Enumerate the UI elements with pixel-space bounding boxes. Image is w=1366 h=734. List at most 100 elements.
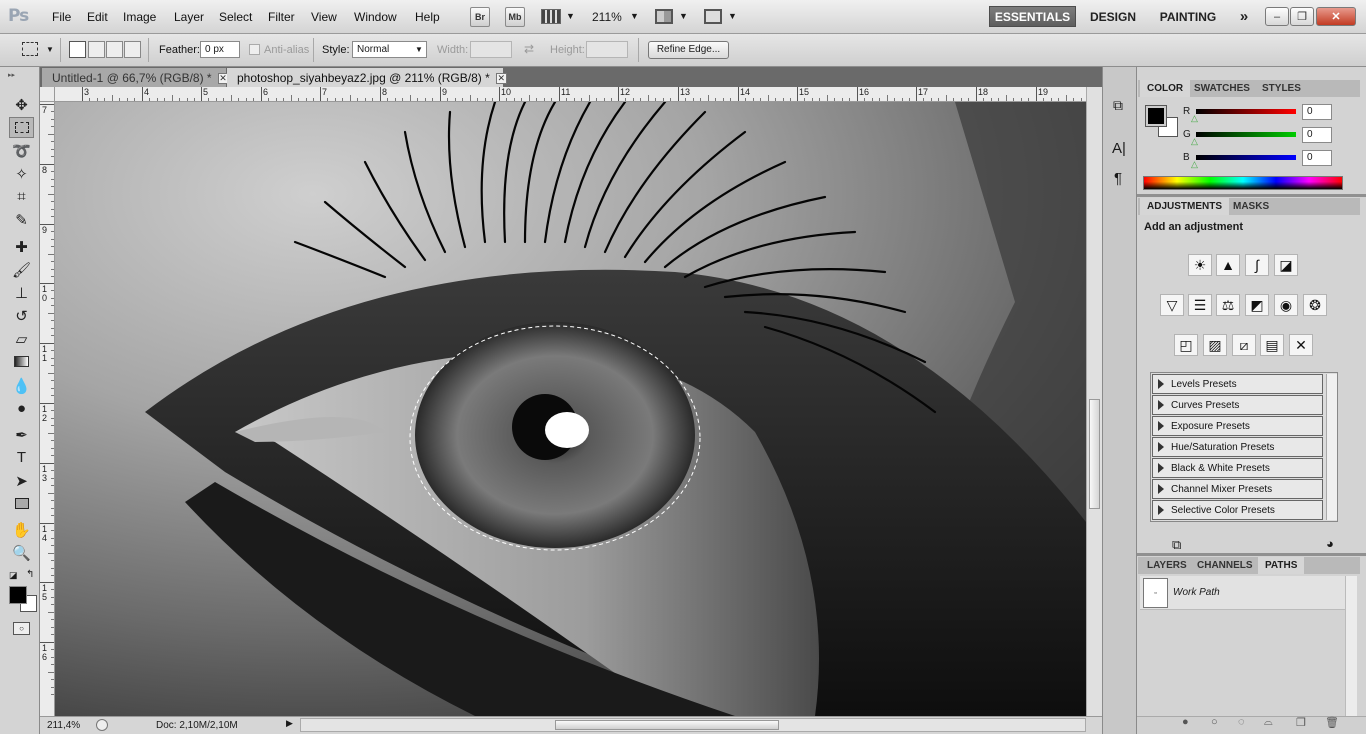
rectangle-tool-icon[interactable]: [9, 493, 34, 514]
list-item[interactable]: Black & White Presets: [1152, 458, 1323, 478]
posterize-icon[interactable]: ▨: [1203, 334, 1227, 356]
feather-input[interactable]: 0 px: [200, 41, 240, 58]
subtract-from-selection-icon[interactable]: [106, 41, 123, 58]
close-icon[interactable]: ✕: [495, 73, 507, 85]
history-brush-tool-icon[interactable]: ↺: [9, 305, 34, 326]
brightness-contrast-icon[interactable]: ☀: [1188, 254, 1212, 276]
list-item[interactable]: Curves Presets: [1152, 395, 1323, 415]
workspace-essentials[interactable]: ESSENTIALS: [989, 6, 1076, 27]
pen-tool-icon[interactable]: ✒: [9, 424, 34, 445]
brush-tool-icon[interactable]: 🖌: [9, 259, 34, 280]
list-item[interactable]: Selective Color Presets: [1152, 500, 1323, 520]
vertical-ruler[interactable]: 7 8 9 1 0 1 1 1 2 1 3 1 4 1 5 1 6: [40, 102, 55, 716]
levels-icon[interactable]: ▲: [1216, 254, 1240, 276]
tab-untitled-1[interactable]: Untitled-1 @ 66,7% (RGB/8) * ✕: [42, 68, 229, 87]
zoom-level-select[interactable]: 211%: [592, 10, 622, 24]
ruler-origin[interactable]: [40, 87, 55, 102]
history-panel-icon[interactable]: ⧉: [1113, 97, 1123, 114]
document-canvas[interactable]: [55, 102, 1086, 716]
tab-layers[interactable]: LAYERS: [1140, 557, 1194, 574]
rectangular-marquee-tool-icon[interactable]: [9, 117, 34, 138]
expand-icon[interactable]: [1158, 463, 1164, 473]
expand-icon[interactable]: [1158, 484, 1164, 494]
slider-handle-icon[interactable]: △: [1191, 136, 1198, 147]
quick-mask-icon[interactable]: ○: [13, 622, 30, 635]
height-input[interactable]: [586, 41, 628, 58]
menu-file[interactable]: File: [52, 10, 71, 24]
red-value-input[interactable]: 0: [1302, 104, 1332, 120]
curves-icon[interactable]: ∫: [1245, 254, 1269, 276]
menu-layer[interactable]: Layer: [174, 10, 204, 24]
tab-adjustments[interactable]: ADJUSTMENTS: [1140, 198, 1230, 215]
blur-tool-icon[interactable]: 💧: [9, 375, 34, 396]
toolbox-collapse-icon[interactable]: ▸▸: [8, 71, 15, 79]
swap-dimensions-icon[interactable]: ⇄: [524, 42, 534, 56]
eyedropper-tool-icon[interactable]: ✎: [9, 209, 34, 230]
paths-scrollbar[interactable]: [1345, 576, 1357, 716]
default-colors-icon[interactable]: ◪: [9, 570, 18, 581]
arrange-documents-icon[interactable]: [655, 9, 673, 24]
expand-icon[interactable]: [1158, 505, 1164, 515]
status-info-icon[interactable]: [96, 719, 108, 731]
slider-handle-icon[interactable]: △: [1191, 159, 1198, 170]
workspace-design[interactable]: DESIGN: [1084, 6, 1142, 27]
swap-colors-icon[interactable]: ↰: [26, 569, 34, 580]
menu-select[interactable]: Select: [219, 10, 252, 24]
antialias-checkbox[interactable]: [249, 44, 260, 55]
width-input[interactable]: [470, 41, 512, 58]
expand-icon[interactable]: [1158, 421, 1164, 431]
crop-tool-icon[interactable]: ⌗: [9, 186, 34, 207]
path-row[interactable]: [1140, 576, 1345, 610]
more-workspaces-button[interactable]: »: [1234, 6, 1254, 27]
gradient-map-icon[interactable]: ▤: [1260, 334, 1284, 356]
paragraph-panel-icon[interactable]: ¶: [1114, 170, 1122, 187]
marquee-tool-preset-icon[interactable]: [22, 42, 38, 56]
list-item[interactable]: Channel Mixer Presets: [1152, 479, 1323, 499]
vertical-scrollbar[interactable]: [1086, 87, 1102, 716]
color-spectrum-bar[interactable]: [1143, 176, 1343, 190]
chevron-down-icon[interactable]: ▼: [728, 11, 737, 21]
lasso-tool-icon[interactable]: ➰: [9, 140, 34, 161]
green-slider[interactable]: [1196, 132, 1296, 137]
type-tool-icon[interactable]: T: [9, 447, 34, 468]
move-tool-icon[interactable]: ✥: [9, 94, 34, 115]
launch-minibridge-button[interactable]: Mb: [505, 7, 525, 27]
vibrance-icon[interactable]: ▽: [1160, 294, 1184, 316]
tab-masks[interactable]: MASKS: [1226, 198, 1276, 215]
screen-mode-icon[interactable]: [704, 9, 722, 24]
panel-divider[interactable]: [1137, 194, 1366, 197]
delete-path-icon[interactable]: 🗑: [1325, 716, 1339, 729]
color-foreground-swatch[interactable]: [1145, 105, 1167, 127]
horizontal-ruler[interactable]: 3 4 5 6 7 8 9 10 11 12 13 14 15 16 17 18 19: [55, 87, 1086, 102]
path-selection-tool-icon[interactable]: ➤: [9, 470, 34, 491]
chevron-down-icon[interactable]: ▼: [679, 11, 688, 21]
close-button[interactable]: ✕: [1316, 7, 1356, 26]
threshold-icon[interactable]: ⧄: [1232, 334, 1256, 356]
workspace-painting[interactable]: PAINTING: [1152, 6, 1224, 27]
menu-filter[interactable]: Filter: [268, 10, 295, 24]
menu-view[interactable]: View: [311, 10, 337, 24]
clone-stamp-tool-icon[interactable]: ⊥: [9, 282, 34, 303]
hand-tool-icon[interactable]: ✋: [9, 519, 34, 540]
menu-help[interactable]: Help: [415, 10, 440, 24]
selective-color-icon[interactable]: ✕: [1289, 334, 1313, 356]
visibility-toggle-icon[interactable]: ◕: [1326, 536, 1334, 551]
list-item[interactable]: Hue/Saturation Presets: [1152, 437, 1323, 457]
stroke-path-icon[interactable]: ○: [1211, 716, 1218, 728]
menu-window[interactable]: Window: [354, 10, 397, 24]
status-menu-arrow-icon[interactable]: ▶: [286, 718, 293, 729]
tab-color[interactable]: COLOR: [1140, 80, 1191, 97]
tab-paths[interactable]: PATHS: [1258, 557, 1305, 574]
dodge-tool-icon[interactable]: ●: [9, 398, 34, 419]
green-value-input[interactable]: 0: [1302, 127, 1332, 143]
menu-image[interactable]: Image: [123, 10, 156, 24]
blue-value-input[interactable]: 0: [1302, 150, 1332, 166]
red-slider[interactable]: [1196, 109, 1296, 114]
expand-icon[interactable]: [1158, 379, 1164, 389]
blue-slider[interactable]: [1196, 155, 1296, 160]
add-to-selection-icon[interactable]: [88, 41, 105, 58]
quick-selection-tool-icon[interactable]: ✧: [9, 163, 34, 184]
hue-saturation-icon[interactable]: ☰: [1188, 294, 1212, 316]
tab-photoshop-siyahbeyaz2[interactable]: photoshop_siyahbeyaz2.jpg @ 211% (RGB/8)…: [227, 68, 507, 87]
load-as-selection-icon[interactable]: ◌: [1238, 716, 1245, 728]
